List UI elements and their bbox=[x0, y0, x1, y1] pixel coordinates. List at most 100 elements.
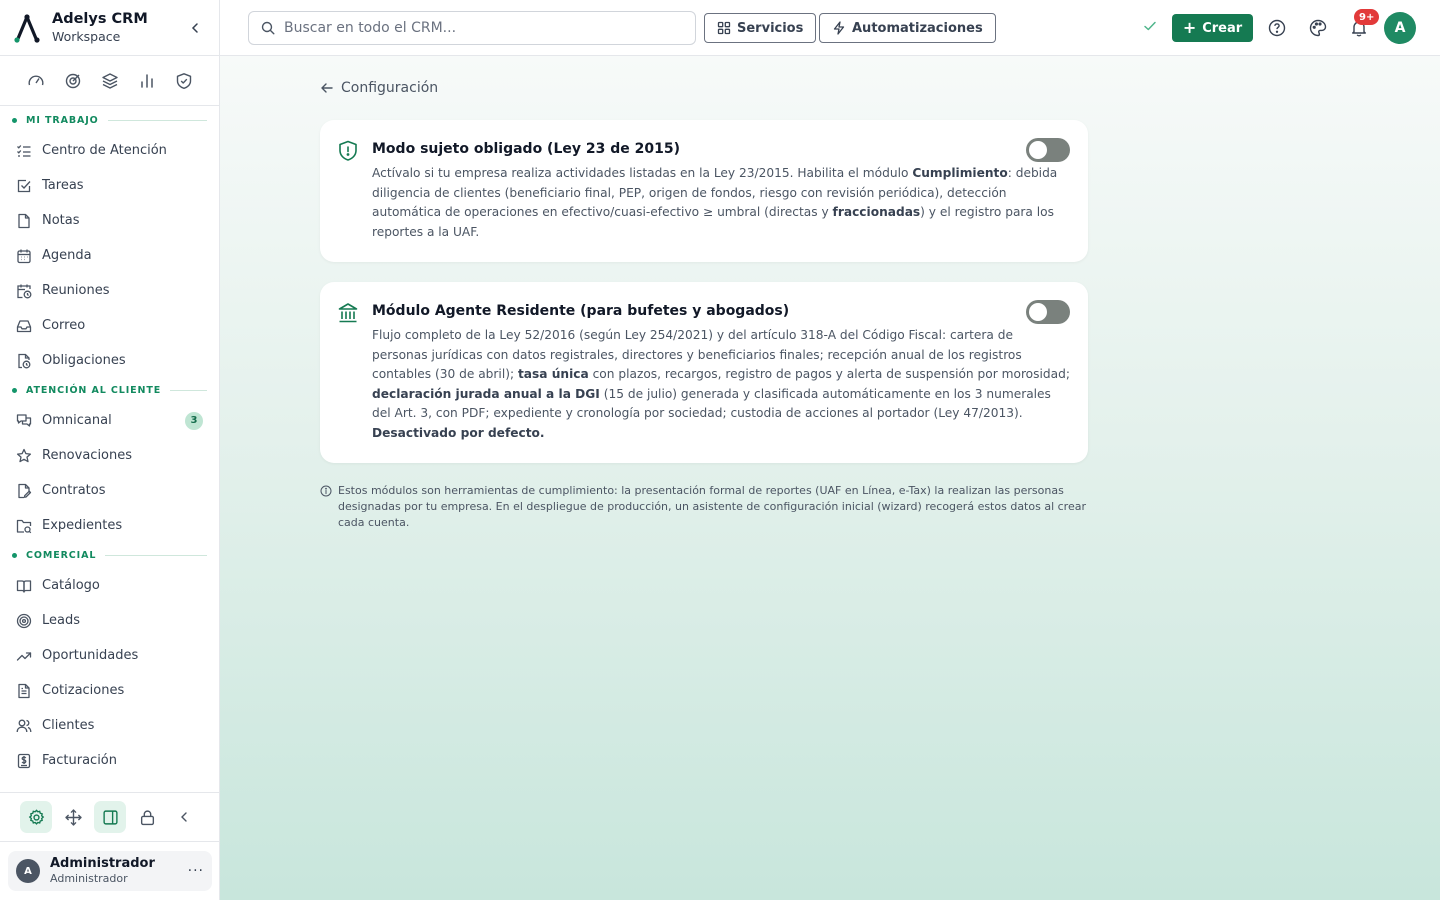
section-atencion-cliente: ATENCIÓN AL CLIENTE bbox=[12, 383, 207, 398]
inbox-icon bbox=[16, 317, 33, 334]
sidebar-item-obligaciones[interactable]: Obligaciones bbox=[0, 343, 219, 378]
sidebar-item-omnicanal[interactable]: Omnicanal 3 bbox=[0, 403, 219, 438]
folder-icon bbox=[16, 517, 33, 534]
target-icon[interactable] bbox=[63, 71, 83, 91]
list-check-icon bbox=[16, 142, 33, 159]
sidebar-item-label: Omnicanal bbox=[42, 413, 112, 428]
calendar-clock-icon bbox=[16, 282, 33, 299]
sidebar-item-reuniones[interactable]: Reuniones bbox=[0, 273, 219, 308]
palette-icon[interactable] bbox=[1307, 17, 1329, 39]
file-signature-icon bbox=[16, 482, 33, 499]
sidebar-item-cotizaciones[interactable]: Cotizaciones bbox=[0, 673, 219, 708]
settings-button[interactable] bbox=[20, 801, 52, 833]
sidebar-item-label: Obligaciones bbox=[42, 353, 126, 368]
sujeto-obligado-toggle[interactable] bbox=[1026, 138, 1070, 162]
brand-name: Adelys CRM bbox=[52, 10, 148, 27]
automations-label: Automatizaciones bbox=[852, 20, 983, 36]
sidebar: Adelys CRM Workspace MI TRABAJO Centro d… bbox=[0, 0, 220, 900]
sidebar-item-centro-atencion[interactable]: Centro de Atención bbox=[0, 133, 219, 168]
arrow-left-icon bbox=[320, 81, 334, 95]
card-title: Módulo Agente Residente (para bufetes y … bbox=[372, 303, 790, 319]
info-note-text: Estos módulos son herramientas de cumpli… bbox=[338, 484, 1086, 529]
sidebar-nav: MI TRABAJO Centro de Atención Tareas Not… bbox=[0, 106, 219, 778]
check-icon bbox=[1142, 18, 1158, 38]
create-button[interactable]: + Crear bbox=[1172, 14, 1253, 42]
sidebar-item-contratos[interactable]: Contratos bbox=[0, 473, 219, 508]
search-input[interactable] bbox=[284, 20, 664, 36]
brand-subtitle: Workspace bbox=[52, 28, 121, 44]
sidebar-item-expedientes[interactable]: Expedientes bbox=[0, 508, 219, 543]
sidebar-item-correo[interactable]: Correo bbox=[0, 308, 219, 343]
quick-icons-bar bbox=[0, 56, 219, 106]
shield-check-icon[interactable] bbox=[174, 71, 194, 91]
section-label: MI TRABAJO bbox=[26, 115, 99, 126]
sidebar-item-label: Facturación bbox=[42, 753, 117, 768]
panel-icon bbox=[102, 809, 118, 825]
sidebar-item-catalogo[interactable]: Catálogo bbox=[0, 568, 219, 603]
square-check-icon bbox=[16, 177, 33, 194]
agente-residente-toggle[interactable] bbox=[1026, 300, 1070, 324]
section-label: ATENCIÓN AL CLIENTE bbox=[26, 385, 162, 396]
shield-alert-icon bbox=[338, 140, 358, 166]
lock-button[interactable] bbox=[131, 801, 163, 833]
sidebar-item-label: Contratos bbox=[42, 483, 106, 498]
topbar: Servicios Automatizaciones + Crear 9+ A bbox=[220, 0, 1440, 56]
collapse-sidebar-button[interactable] bbox=[185, 18, 205, 38]
search-box[interactable] bbox=[248, 11, 696, 45]
grid-icon bbox=[717, 21, 731, 35]
back-label: Configuración bbox=[341, 80, 439, 96]
services-button[interactable]: Servicios bbox=[704, 13, 817, 43]
info-icon bbox=[320, 485, 332, 531]
sidebar-item-oportunidades[interactable]: Oportunidades bbox=[0, 638, 219, 673]
card-title: Modo sujeto obligado (Ley 23 de 2015) bbox=[372, 141, 680, 157]
move-button[interactable] bbox=[57, 801, 89, 833]
target-icon bbox=[16, 612, 33, 629]
sidebar-tools bbox=[0, 792, 219, 842]
unread-count-badge: 3 bbox=[185, 411, 203, 430]
logo-icon bbox=[14, 13, 40, 43]
panel-toggle-button[interactable] bbox=[94, 801, 126, 833]
sidebar-item-label: Centro de Atención bbox=[42, 143, 167, 158]
sidebar-item-agenda[interactable]: Agenda bbox=[0, 238, 219, 273]
gauge-icon[interactable] bbox=[26, 71, 46, 91]
bar-chart-icon[interactable] bbox=[137, 71, 157, 91]
collapse-button[interactable] bbox=[168, 801, 200, 833]
sidebar-item-label: Leads bbox=[42, 613, 81, 628]
user-name: Administrador bbox=[50, 856, 155, 871]
sidebar-item-label: Clientes bbox=[42, 718, 95, 733]
user-role: Administrador bbox=[50, 872, 128, 885]
sidebar-item-renovaciones[interactable]: Renovaciones bbox=[0, 438, 219, 473]
info-note: Estos módulos son herramientas de cumpli… bbox=[320, 483, 1088, 531]
move-icon bbox=[64, 808, 82, 826]
layers-icon[interactable] bbox=[100, 71, 120, 91]
sidebar-item-leads[interactable]: Leads bbox=[0, 603, 219, 638]
back-link[interactable]: Configuración bbox=[320, 80, 438, 96]
more-options-icon[interactable]: ··· bbox=[188, 863, 204, 879]
receipt-icon bbox=[16, 752, 33, 769]
file-clock-icon bbox=[16, 352, 33, 369]
book-open-icon bbox=[16, 577, 33, 594]
bank-icon bbox=[338, 302, 358, 328]
sidebar-item-tareas[interactable]: Tareas bbox=[0, 168, 219, 203]
automations-button[interactable]: Automatizaciones bbox=[819, 13, 996, 43]
sidebar-item-notas[interactable]: Notas bbox=[0, 203, 219, 238]
sidebar-item-facturacion[interactable]: Facturación bbox=[0, 743, 219, 778]
user-card[interactable]: A Administrador Administrador ··· bbox=[8, 851, 212, 891]
create-label: Crear bbox=[1202, 20, 1243, 36]
calendar-icon bbox=[16, 247, 33, 264]
gear-icon bbox=[28, 808, 44, 825]
sidebar-item-label: Expedientes bbox=[42, 518, 123, 533]
sidebar-item-label: Agenda bbox=[42, 248, 92, 263]
chevron-left-icon bbox=[191, 22, 198, 33]
sidebar-item-label: Tareas bbox=[42, 178, 84, 193]
avatar[interactable]: A bbox=[1384, 12, 1416, 44]
sidebar-item-clientes[interactable]: Clientes bbox=[0, 708, 219, 743]
section-comercial: COMERCIAL bbox=[12, 548, 207, 563]
card-agente-residente: Módulo Agente Residente (para bufetes y … bbox=[320, 282, 1088, 463]
lightning-icon bbox=[832, 21, 846, 35]
sidebar-item-label: Correo bbox=[42, 318, 86, 333]
plus-icon: + bbox=[1182, 18, 1197, 37]
sidebar-item-label: Catálogo bbox=[42, 578, 100, 593]
star-icon bbox=[16, 447, 33, 464]
help-icon[interactable] bbox=[1266, 17, 1288, 39]
